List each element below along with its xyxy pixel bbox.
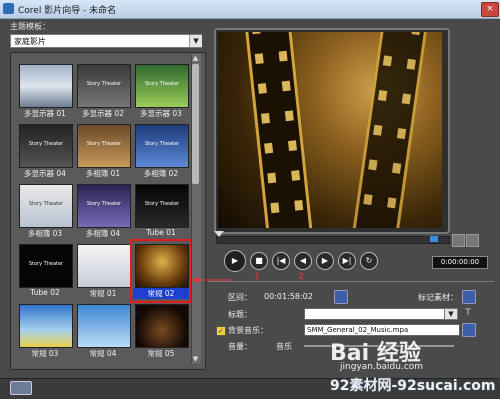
thumbnail-label: Tube 02 [30,288,60,297]
thumbnail-image: Story Theater [135,124,189,168]
template-thumb-general-05[interactable]: 常规 05 [133,302,189,360]
template-thumb-general-04[interactable]: 常规 04 [75,302,131,360]
thumbnail-image [77,244,131,288]
thumbnail-image: Story Theater [135,184,189,228]
scrollbar-thumb[interactable] [192,64,199,184]
thumbnail-image [77,304,131,348]
template-thumb-album-01[interactable]: Story Theater 多相簿 01 [75,122,131,180]
bg-music-label: 背景音乐： [228,326,268,335]
range-edit-icon[interactable] [334,290,348,304]
thumbnail-image [19,304,73,348]
fullscreen-button[interactable] [466,234,479,247]
template-category-select[interactable]: 家庭影片 ▼ [10,34,202,48]
thumbnail-caption: Story Theater [86,201,122,207]
scroll-up-icon[interactable]: ▲ [191,54,200,63]
thumbnail-label: 多显示器 02 [82,109,124,118]
aspect-ratio-button[interactable] [452,234,465,247]
title-label: 标题： [228,310,252,319]
thumbnail-caption: Story Theater [144,201,180,207]
thumbnail-label: 多相簿 01 [85,169,121,178]
thumbnail-label: 多相簿 02 [143,169,179,178]
thumbnail-label: 常规 01 [89,289,117,298]
baidu-url-watermark: jingyan.baidu.com [340,362,424,372]
range-label: 区间： [228,293,252,302]
thumbnail-image: Story Theater [19,124,73,168]
filmstrip-graphic [243,32,315,228]
thumbnail-label: 常规 03 [31,349,59,358]
thumbnail-label: Tube 01 [146,228,176,237]
thumbnail-caption: Story Theater [28,141,64,147]
music-browse-icon[interactable] [462,323,476,337]
timecode-display[interactable]: 0:00:00:00 [432,256,488,269]
keyboard-icon[interactable] [10,381,32,395]
volume-label: 音量： [228,342,252,351]
window-title: Corel 影片向导 - 未命名 [18,6,117,16]
thumbnail-image: Story Theater [77,184,131,228]
filmstrip-graphic [351,32,431,228]
app-icon [3,3,14,14]
thumbnail-label: 常规 04 [89,349,117,358]
template-thumb-album-04[interactable]: Story Theater 多相簿 04 [75,182,131,240]
go-to-end-button[interactable]: ▶| [338,252,356,270]
scrubber-handle[interactable] [214,231,224,237]
template-thumb-general-01[interactable]: 常规 01 [75,242,131,300]
thumbnail-caption: Story Theater [28,201,64,207]
scrubber-end-marker[interactable] [430,236,438,242]
template-thumb-album-02[interactable]: Story Theater 多相簿 02 [133,122,189,180]
thumbnail-label: 多显示器 04 [24,169,66,178]
thumbnail-image: Story Theater [19,244,73,288]
template-thumb-multi-display-03[interactable]: Story Theater 多显示器 03 [133,62,189,120]
range-value: 00:01:58:02 [264,292,313,301]
thumbnail-image [19,64,73,108]
thumbnail-image [135,244,189,288]
thumbnail-label: 常规 05 [147,349,175,358]
template-thumb-album-03[interactable]: Story Theater 多相簿 03 [17,182,73,240]
music-volume-label: 音乐 [276,342,292,351]
title-select[interactable] [304,308,458,320]
template-thumb-tube-01[interactable]: Story Theater Tube 01 [133,182,189,240]
template-thumb-multi-display-01[interactable]: 多显示器 01 [17,62,73,120]
template-label: 主题模板： [10,22,50,31]
template-thumb-multi-display-04[interactable]: Story Theater 多显示器 04 [17,122,73,180]
site-watermark: 92素材网-92sucai.com [330,378,496,394]
thumbnail-image: Story Theater [77,64,131,108]
thumbnail-caption: Story Theater [86,81,122,87]
thumbnail-caption: Story Theater [28,261,64,267]
title-bar: Corel 影片向导 - 未命名 × [0,0,500,19]
text-edit-icon[interactable]: T [462,307,474,319]
thumbnail-label: 常规 02 [133,288,189,299]
mark-clip-icon[interactable] [462,290,476,304]
template-thumb-multi-display-02[interactable]: Story Theater 多显示器 02 [75,62,131,120]
thumbnail-image: Story Theater [77,124,131,168]
mark-clip-label: 标记素材： [418,293,458,302]
preview-window [218,32,442,228]
thumbnail-label: 多显示器 03 [140,109,182,118]
thumbnail-image: Story Theater [19,184,73,228]
go-to-start-button[interactable]: |◀ [272,252,290,270]
thumbnail-label: 多相簿 03 [27,229,63,238]
chevron-down-icon[interactable]: ▼ [189,35,202,47]
template-thumb-general-02[interactable]: 常规 02 [130,239,192,303]
thumbnail-label: 多相簿 04 [85,229,121,238]
thumbnail-caption: Story Theater [86,141,122,147]
thumbnail-caption: Story Theater [144,81,180,87]
template-category-value: 家庭影片 [14,37,46,46]
repeat-button[interactable]: ↻ [360,252,378,270]
timeline-scrubber[interactable] [216,236,450,244]
title-dropdown-icon[interactable]: ▼ [444,308,458,320]
template-thumb-general-03[interactable]: 常规 03 [17,302,73,360]
thumbnail-image: Story Theater [135,64,189,108]
previous-frame-button[interactable]: ◀ [294,252,312,270]
thumbnail-caption: Story Theater [144,141,180,147]
thumbnail-label: 多显示器 01 [24,109,66,118]
bg-music-checkbox[interactable]: ✓ [216,326,226,336]
template-thumb-tube-02[interactable]: Story Theater Tube 02 [17,242,73,300]
next-frame-button[interactable]: ▶ [316,252,334,270]
play-button[interactable]: ▶ [224,250,246,272]
stop-button[interactable]: ■ [250,252,268,270]
thumbnail-image [135,304,189,348]
close-button[interactable]: × [481,2,499,17]
scroll-down-icon[interactable]: ▼ [191,355,200,364]
annotation-arrowhead-1 [192,277,198,283]
